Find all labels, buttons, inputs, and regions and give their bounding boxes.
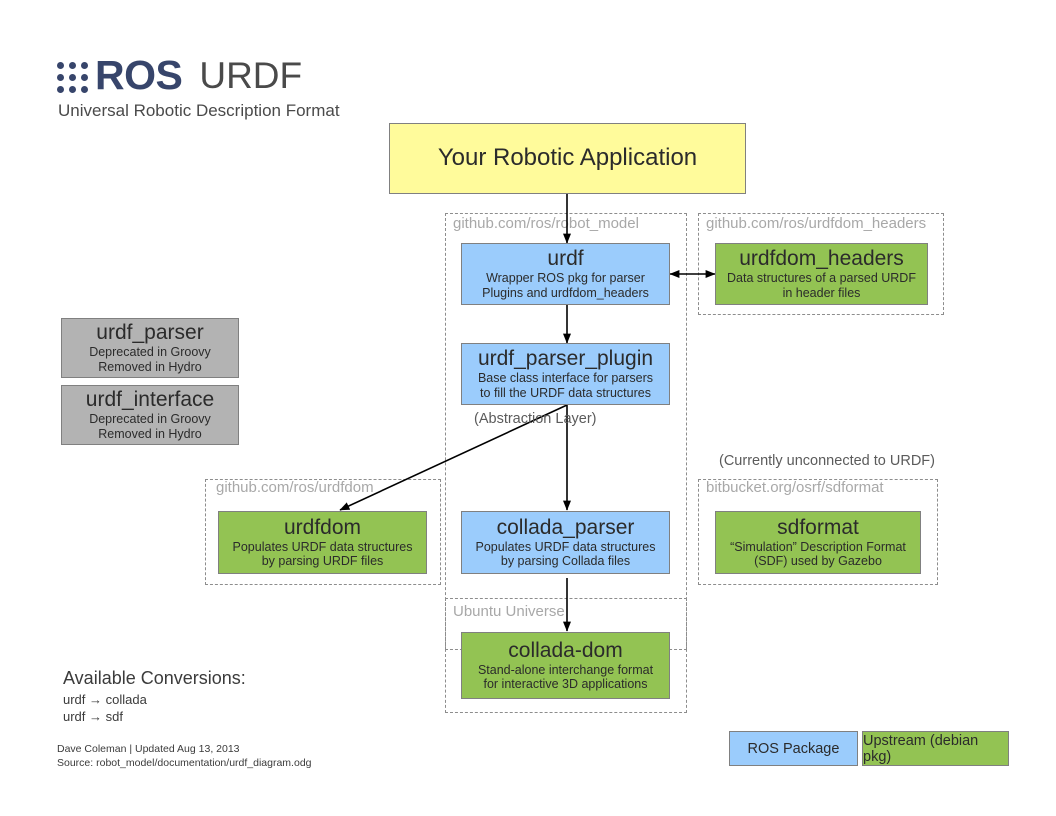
conversion-row-2: urdf → sdf: [63, 709, 123, 725]
node-desc-line2: by parsing URDF files: [261, 554, 384, 569]
node-urdfdom[interactable]: urdfdom Populates URDF data structures b…: [218, 511, 427, 574]
node-title: urdfdom_headers: [739, 247, 904, 271]
legend-ros-package: ROS Package: [729, 731, 858, 766]
node-collada-parser[interactable]: collada_parser Populates URDF data struc…: [461, 511, 670, 574]
node-urdf-interface[interactable]: urdf_interface Deprecated in Groovy Remo…: [61, 385, 239, 445]
node-desc-line2: Removed in Hydro: [98, 359, 202, 374]
node-urdf[interactable]: urdf Wrapper ROS pkg for parser Plugins …: [461, 243, 670, 305]
group-label-ubuntu-universe: Ubuntu Universe: [453, 603, 565, 620]
group-label-robot-model: github.com/ros/robot_model: [453, 215, 639, 232]
node-title: urdf: [547, 247, 584, 271]
note-unconnected: (Currently unconnected to URDF): [719, 453, 935, 469]
group-label-sdformat: bitbucket.org/osrf/sdformat: [706, 479, 884, 496]
legend-label: Upstream (debian pkg): [863, 732, 979, 765]
node-title: urdfdom: [283, 515, 362, 539]
available-conversions: Available Conversions: urdf → collada ur…: [63, 668, 246, 725]
credit-source-line: Source: robot_model/documentation/urdf_d…: [57, 757, 312, 770]
ros-dot-grid-icon: [57, 62, 88, 93]
node-urdfdom-headers[interactable]: urdfdom_headers Data structures of a par…: [715, 243, 928, 305]
node-desc-line1: Wrapper ROS pkg for parser: [486, 271, 645, 285]
node-desc-line2: (SDF) used by Gazebo: [754, 554, 882, 569]
node-desc-line2: Plugins and urdfdom_headers: [482, 285, 649, 300]
node-urdf-parser[interactable]: urdf_parser Deprecated in Groovy Removed…: [61, 318, 239, 378]
legend-label: ROS Package: [747, 740, 840, 757]
conversion-row-1: urdf → collada: [63, 692, 147, 707]
node-desc-line1: Populates URDF data structures: [232, 539, 413, 554]
node-title: urdf_parser_plugin: [477, 347, 654, 371]
node-title: Your Robotic Application: [437, 144, 698, 172]
node-desc-line1: Stand-alone interchange format: [477, 662, 654, 677]
urdf-diagram-canvas: ROS URDF Universal Robotic Description F…: [0, 0, 1056, 816]
credit-author-line: Dave Coleman | Updated Aug 13, 2013: [57, 743, 240, 755]
node-title: sdformat: [777, 515, 859, 539]
legend-upstream-package: Upstream (debian pkg): [862, 731, 1009, 766]
node-desc-line1: Data structures of a parsed URDF: [727, 271, 916, 285]
node-your-robotic-application[interactable]: Your Robotic Application: [389, 123, 746, 194]
conversions-title: Available Conversions:: [63, 668, 246, 688]
group-label-urdfdom: github.com/ros/urdfdom: [216, 479, 374, 496]
node-title: urdf_interface: [85, 388, 215, 412]
ros-wordmark: ROS: [95, 52, 183, 98]
node-title: urdf_parser: [96, 321, 204, 345]
node-desc-line2: for interactive 3D applications: [483, 677, 648, 692]
node-collada-dom[interactable]: collada-dom Stand-alone interchange form…: [461, 632, 670, 699]
page-subtitle: Universal Robotic Description Format: [58, 101, 340, 120]
group-label-urdfdom-headers: github.com/ros/urdfdom_headers: [706, 215, 927, 232]
node-desc-line2: in header files: [782, 285, 861, 300]
node-urdf-parser-plugin[interactable]: urdf_parser_plugin Base class interface …: [461, 343, 670, 405]
node-desc-line2: to fill the URDF data structures: [480, 385, 651, 400]
node-desc-line1: Deprecated in Groovy: [89, 412, 211, 426]
node-desc-line1: Base class interface for parsers: [477, 371, 654, 385]
page-title: URDF: [199, 55, 303, 96]
node-desc-line1: Deprecated in Groovy: [89, 345, 211, 359]
note-abstraction-layer: (Abstraction Layer): [474, 411, 597, 427]
node-desc-line2: by parsing Collada files: [500, 554, 631, 569]
node-desc-line1: “Simulation” Description Format: [730, 539, 906, 554]
node-sdformat[interactable]: sdformat “Simulation” Description Format…: [715, 511, 921, 574]
node-desc-line2: Removed in Hydro: [98, 426, 202, 441]
node-title: collada-dom: [508, 638, 623, 662]
credit-block: Dave Coleman | Updated Aug 13, 2013 Sour…: [57, 742, 312, 770]
node-title: collada_parser: [496, 515, 635, 539]
node-desc-line1: Populates URDF data structures: [475, 539, 656, 554]
ros-logo: ROS URDF: [57, 55, 302, 96]
